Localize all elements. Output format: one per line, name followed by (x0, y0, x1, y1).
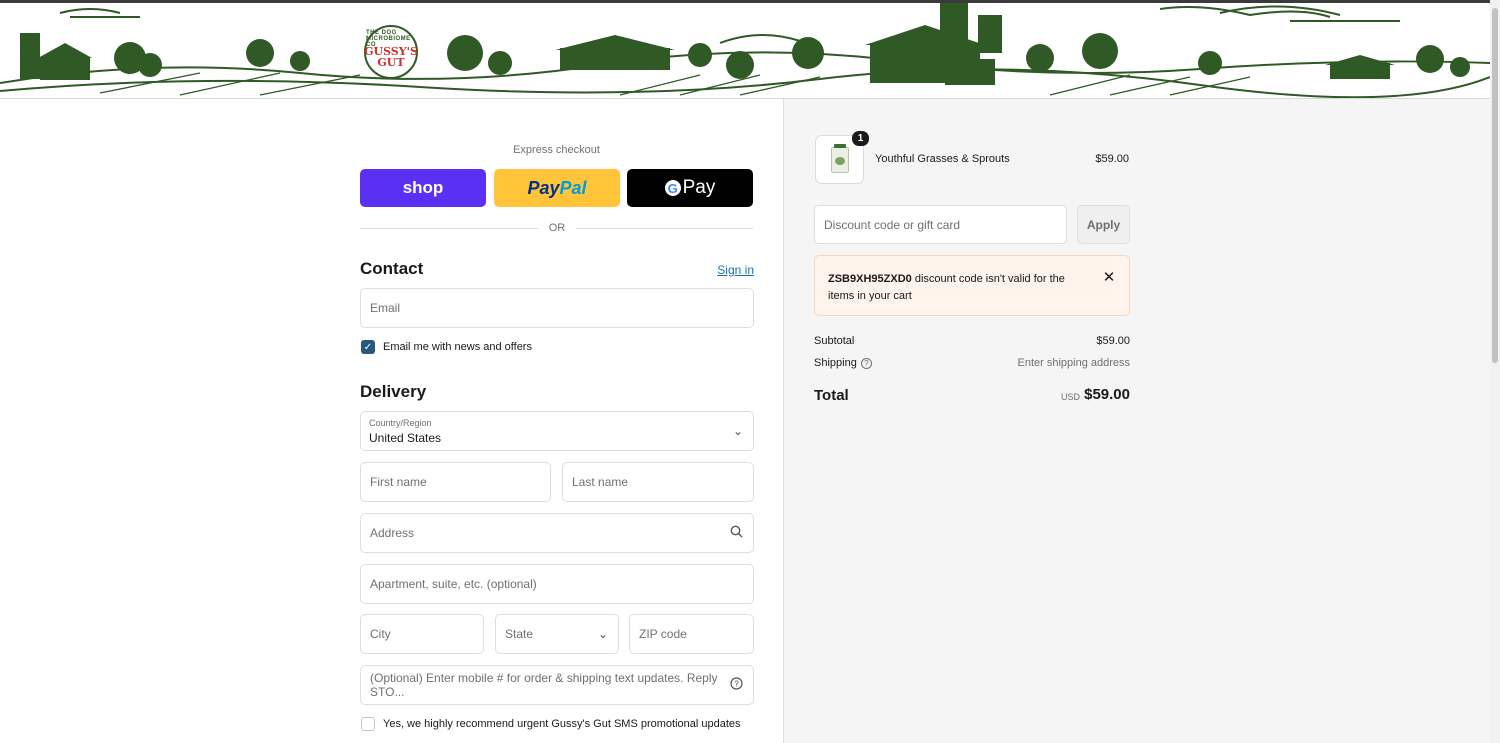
shop-pay-button[interactable]: shop (360, 169, 486, 207)
phone-placeholder: (Optional) Enter mobile # for order & sh… (370, 671, 718, 699)
city-placeholder: City (370, 627, 391, 641)
google-pay-label: Pay (682, 177, 716, 198)
apartment-field[interactable]: Apartment, suite, etc. (optional) (360, 564, 754, 604)
search-icon (730, 525, 743, 541)
svg-text:?: ? (734, 680, 739, 689)
address-field[interactable]: Address (360, 513, 754, 553)
discount-placeholder: Discount code or gift card (824, 217, 961, 232)
brand-logo[interactable]: THE DOG MICROBIOME CO GUSSY'S GUT (364, 25, 418, 79)
shipping-value: Enter shipping address (1017, 357, 1130, 369)
shipping-label: Shipping (814, 357, 857, 369)
alert-message: ZSB9XH95ZXD0 discount code isn't valid f… (828, 271, 1088, 305)
express-checkout-label: Express checkout (513, 144, 600, 156)
state-placeholder: State (505, 627, 534, 641)
product-price: $59.00 (1095, 153, 1129, 165)
paypal-button[interactable]: Pay Pal (494, 169, 620, 207)
logo-brand-text: GUSSY'S GUT (364, 45, 418, 69)
subtotal-value: $59.00 (1096, 335, 1130, 347)
country-value: United States (369, 431, 442, 445)
delivery-heading: Delivery (360, 382, 427, 401)
city-field[interactable]: City (360, 614, 484, 654)
discount-code-field[interactable]: Discount code or gift card (814, 205, 1067, 244)
paypal-label-pal: Pal (559, 177, 587, 198)
subtotal-label: Subtotal (814, 335, 855, 347)
page-scrollbar[interactable] (1490, 0, 1500, 743)
sign-in-link[interactable]: Sign in (712, 263, 754, 277)
or-divider-right (576, 228, 753, 229)
first-name-placeholder: First name (370, 475, 427, 489)
close-icon[interactable]: ✕ (1101, 268, 1117, 286)
chevron-down-icon: ⌄ (597, 627, 608, 641)
newsletter-label: Email me with news and offers (383, 341, 532, 353)
google-g-icon: G (664, 180, 681, 196)
or-divider-text: OR (548, 222, 566, 234)
header-banner: THE DOG MICROBIOME CO GUSSY'S GUT (0, 3, 1490, 99)
chevron-down-icon: ⌄ (732, 424, 743, 438)
scrollbar-thumb[interactable] (1492, 8, 1498, 363)
address-placeholder: Address (370, 526, 415, 540)
help-circle-icon[interactable]: ? (730, 677, 743, 693)
quantity-badge: 1 (852, 131, 869, 146)
shipping-row: Shipping? (814, 357, 872, 369)
country-label: Country/Region (369, 418, 432, 428)
zip-placeholder: ZIP code (639, 627, 687, 641)
total-label: Total (814, 387, 849, 404)
paypal-label-pay: Pay (527, 177, 560, 198)
farm-illustration (0, 3, 1490, 98)
discount-error-alert: ZSB9XH95ZXD0 discount code isn't valid f… (814, 255, 1130, 316)
order-summary-panel (783, 99, 1490, 743)
phone-field[interactable]: (Optional) Enter mobile # for order & sh… (360, 665, 754, 705)
apartment-placeholder: Apartment, suite, etc. (optional) (370, 577, 537, 591)
apply-discount-button[interactable]: Apply (1077, 205, 1130, 244)
last-name-placeholder: Last name (572, 475, 629, 489)
newsletter-checkbox[interactable]: ✓ (361, 340, 375, 354)
zip-field[interactable]: ZIP code (629, 614, 754, 654)
last-name-field[interactable]: Last name (562, 462, 754, 502)
contact-heading: Contact (360, 259, 424, 278)
logo-ring-text: THE DOG MICROBIOME CO (366, 30, 411, 48)
or-divider-left (360, 228, 538, 229)
email-field[interactable]: Email (360, 288, 754, 328)
first-name-field[interactable]: First name (360, 462, 551, 502)
sms-label: Yes, we highly recommend urgent Gussy's … (383, 718, 741, 730)
google-pay-button[interactable]: G Pay (627, 169, 753, 207)
product-jar-image (830, 143, 849, 173)
sms-checkbox[interactable] (361, 717, 375, 731)
shop-pay-label: shop (402, 178, 444, 197)
state-select[interactable]: State ⌄ (495, 614, 619, 654)
email-placeholder: Email (370, 301, 401, 315)
total-currency: USD (1060, 392, 1080, 402)
total-value: $59.00 (1084, 386, 1130, 403)
alert-code: ZSB9XH95ZXD0 (828, 273, 912, 285)
product-name: Youthful Grasses & Sprouts (875, 153, 1010, 165)
shipping-help-icon[interactable]: ? (860, 357, 872, 369)
